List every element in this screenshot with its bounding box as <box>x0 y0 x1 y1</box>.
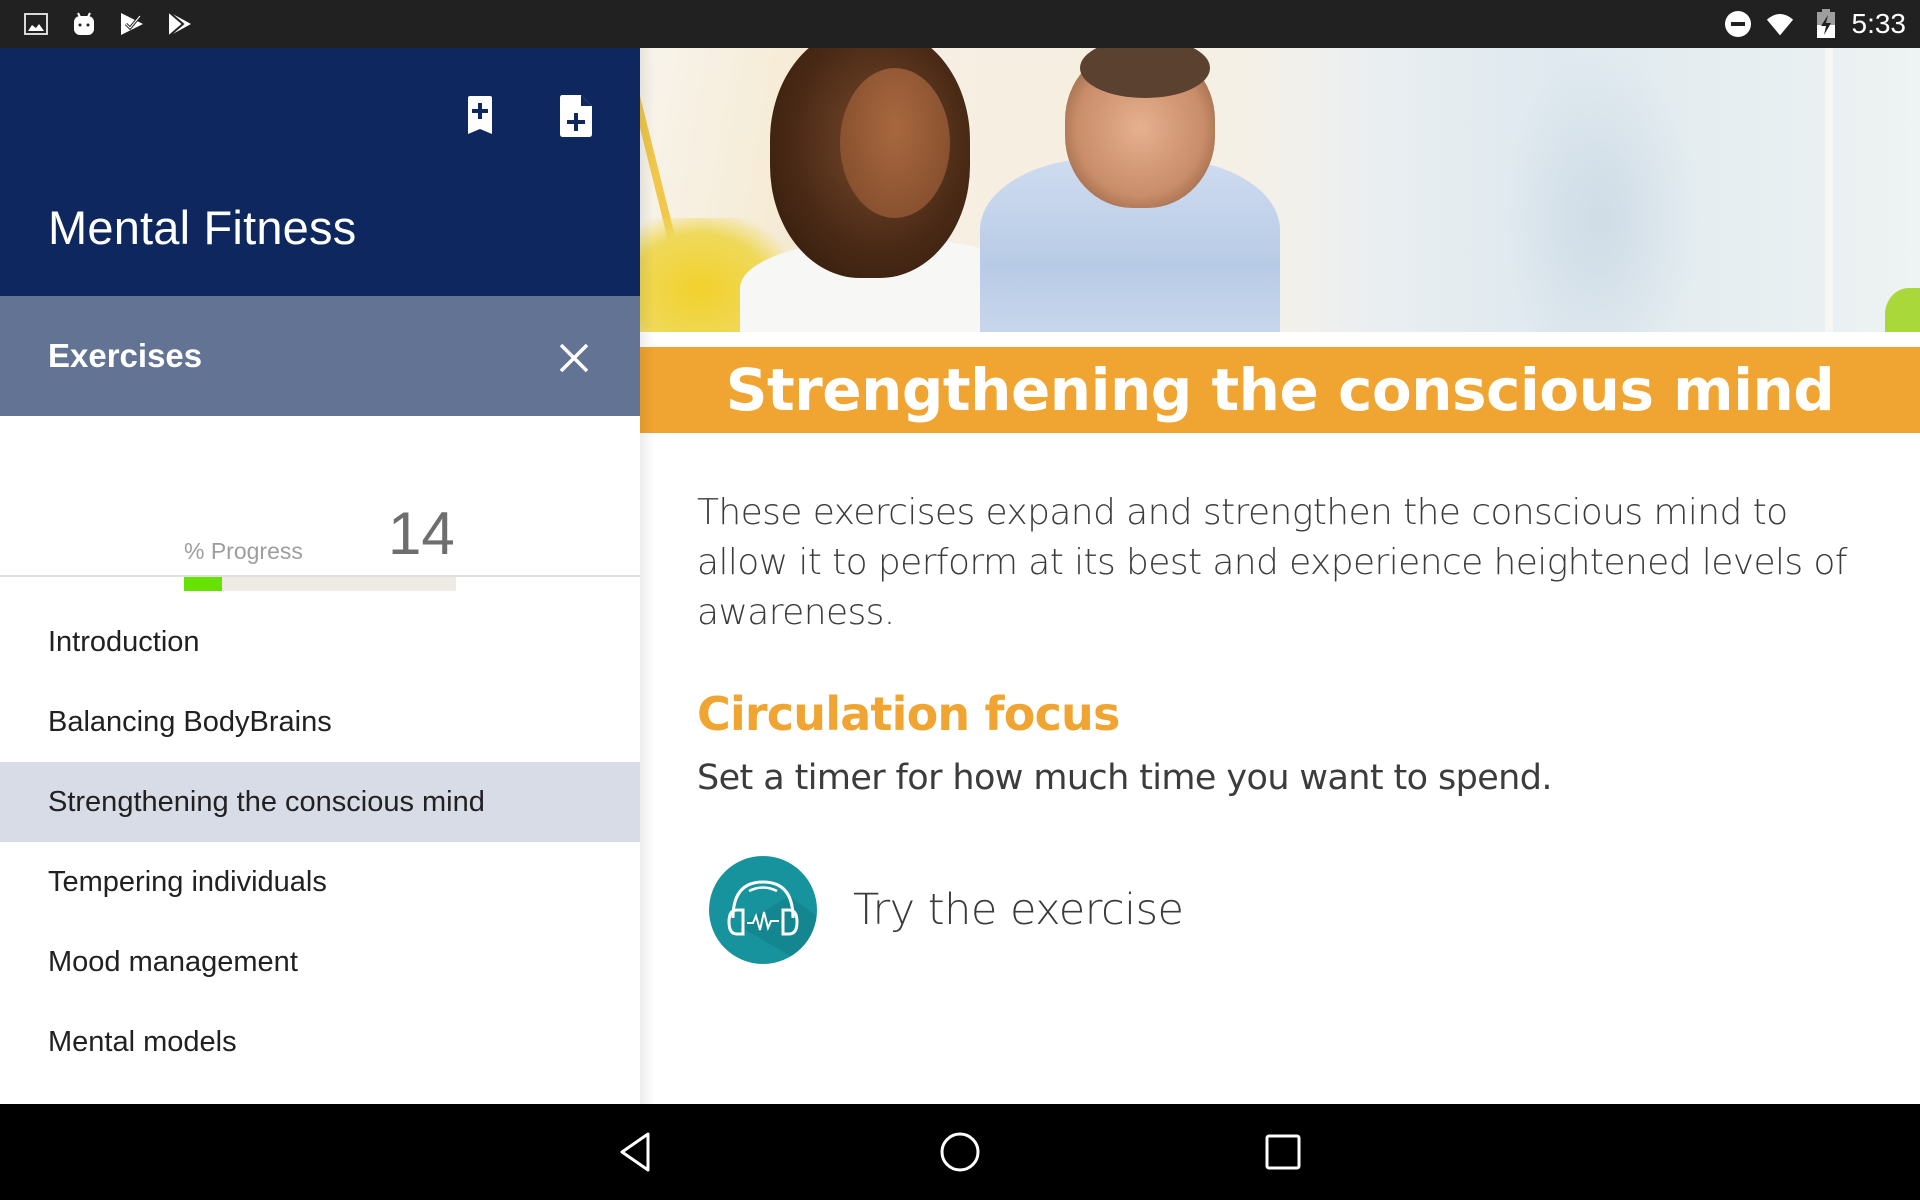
navigation-bar <box>0 1104 1920 1200</box>
sidebar-item[interactable]: Mood management <box>0 922 640 1002</box>
try-exercise-label: Try the exercise <box>853 885 1184 935</box>
divider <box>0 575 640 577</box>
progress-bar <box>184 576 456 591</box>
exercise-list: Introduction Balancing BodyBrains Strength… <box>0 602 640 1104</box>
wifi-icon <box>1766 10 1794 38</box>
clock: 5:33 <box>1851 8 1907 39</box>
navigation-drawer: Mental Fitness Exercises % Progress 14 I… <box>0 48 640 1104</box>
sidebar-item[interactable]: Social scaffolding <box>0 1082 640 1104</box>
progress-panel: % Progress 14 <box>0 416 640 624</box>
play-store-icon <box>166 10 194 38</box>
sidebar-item-label: Balancing BodyBrains <box>48 705 332 738</box>
sidebar-item-label: Introduction <box>48 625 200 658</box>
add-bookmark-button[interactable] <box>456 88 504 144</box>
play-games-icon <box>118 10 146 38</box>
add-note-button[interactable] <box>552 88 600 144</box>
recents-button[interactable] <box>1253 1122 1313 1182</box>
section-heading: Circulation focus <box>697 687 1120 741</box>
close-icon <box>559 343 589 373</box>
progress-label: % Progress <box>184 538 303 564</box>
sidebar-item-label: Tempering individuals <box>48 865 327 898</box>
android-icon <box>70 10 98 38</box>
try-exercise-button[interactable]: Try the exercise <box>709 855 1184 965</box>
page-title: Strengthening the conscious mind <box>725 356 1835 424</box>
progress-bar-fill <box>184 576 223 591</box>
section-text: Set a timer for how much time you want t… <box>697 758 1553 798</box>
title-banner: Strengthening the conscious mind <box>640 347 1920 433</box>
sidebar-item[interactable]: Mental models <box>0 1002 640 1082</box>
app-title: Mental Fitness <box>48 201 357 254</box>
drawer-header: Mental Fitness <box>0 48 640 296</box>
home-icon <box>940 1132 980 1172</box>
status-bar: 5:33 <box>0 0 1920 48</box>
hero-image <box>640 48 1920 332</box>
sidebar-item[interactable]: Introduction <box>0 602 640 682</box>
back-button[interactable] <box>606 1122 666 1182</box>
note-add-icon <box>560 95 592 137</box>
section-title: Exercises <box>48 337 203 374</box>
section-bar: Exercises <box>0 296 640 416</box>
intro-paragraph: These exercises expand and strengthen th… <box>697 492 1848 633</box>
battery-charging-icon <box>1812 9 1840 38</box>
sidebar-item[interactable]: Strengthening the conscious mind <box>0 762 640 842</box>
bookmark-add-icon <box>468 96 492 134</box>
sidebar-item[interactable]: Balancing BodyBrains <box>0 682 640 762</box>
headphones-icon <box>709 856 817 964</box>
sidebar-item-label: Strengthening the conscious mind <box>48 785 485 818</box>
sidebar-item-label: Mood management <box>48 945 298 978</box>
sidebar-item-label: Mental models <box>48 1025 237 1058</box>
recents-icon <box>1265 1134 1301 1170</box>
close-button[interactable] <box>546 330 602 386</box>
gallery-icon <box>22 10 50 38</box>
content-pane: Strengthening the conscious mind These e… <box>640 48 1920 1104</box>
do-not-disturb-icon <box>1724 10 1752 38</box>
sidebar-item[interactable]: Tempering individuals <box>0 842 640 922</box>
back-icon <box>620 1132 650 1172</box>
home-button[interactable] <box>930 1122 990 1182</box>
progress-value: 14 <box>388 500 455 567</box>
